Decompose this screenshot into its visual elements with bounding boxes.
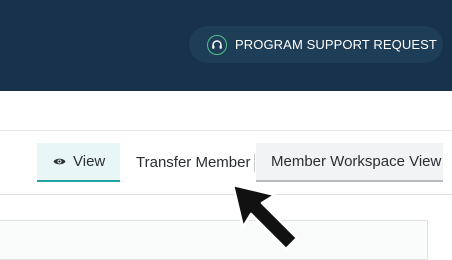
content-panel: [0, 220, 428, 260]
tab-divider: [254, 154, 255, 172]
tab-member-workspace-view[interactable]: Member Workspace View: [256, 143, 443, 182]
eye-icon: [53, 153, 66, 170]
headset-icon: [207, 34, 227, 55]
sub-header-bar: [0, 91, 452, 131]
top-header-bar: PROGRAM SUPPORT REQUEST: [0, 0, 452, 91]
program-support-request-button[interactable]: PROGRAM SUPPORT REQUEST: [189, 26, 443, 63]
program-support-request-label: PROGRAM SUPPORT REQUEST: [235, 37, 437, 52]
tab-view-label: View: [73, 153, 106, 170]
tab-transfer-member-label: Transfer Member: [136, 154, 251, 171]
mouse-pointer-arrow-icon: [231, 183, 299, 251]
tab-view[interactable]: View: [37, 143, 120, 182]
tab-transfer-member[interactable]: Transfer Member: [120, 143, 255, 182]
tab-member-workspace-view-label: Member Workspace View: [271, 153, 442, 170]
